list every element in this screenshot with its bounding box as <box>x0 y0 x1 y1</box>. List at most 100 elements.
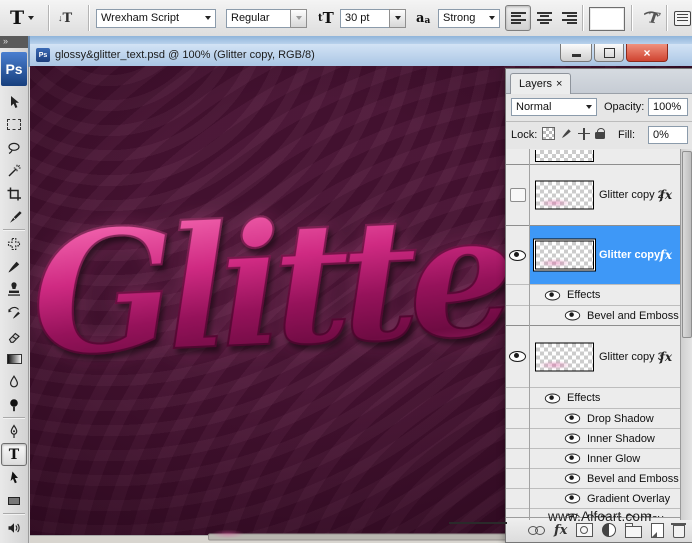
close-button[interactable]: × <box>626 44 668 62</box>
new-group-icon[interactable] <box>625 526 642 538</box>
path-selection-tool-button[interactable] <box>0 466 28 489</box>
eye-icon[interactable] <box>565 494 580 504</box>
lock-position-icon[interactable] <box>578 128 590 140</box>
align-center-button[interactable] <box>532 6 556 30</box>
scrollbar-thumb[interactable] <box>208 534 540 541</box>
blend-mode-select[interactable]: Normal <box>511 98 597 116</box>
layer-name[interactable]: Glitter copy 3 <box>599 351 664 363</box>
opacity-input[interactable]: 100% <box>648 98 688 116</box>
eye-icon[interactable] <box>565 454 580 464</box>
tab-close-icon[interactable]: × <box>556 78 562 90</box>
link-layers-icon[interactable] <box>528 526 545 535</box>
close-icon: × <box>643 46 650 60</box>
visibility-toggle[interactable] <box>506 165 529 225</box>
minimize-button[interactable] <box>560 44 592 62</box>
effect-row-drop-shadow[interactable]: Drop Shadow <box>506 408 692 428</box>
layer-row-glitter-copy-2[interactable]: Glitter copy 2 fx ▼ <box>506 165 692 225</box>
effect-row-gradient-overlay[interactable]: Gradient Overlay <box>506 488 692 508</box>
font-size-input[interactable]: 30 pt <box>340 9 389 28</box>
slice-tool-button[interactable] <box>0 205 28 228</box>
font-style-dropdown-button[interactable] <box>290 9 307 28</box>
layers-scrollbar[interactable] <box>680 149 692 520</box>
warp-text-button[interactable]: ⌒T <box>641 0 659 36</box>
toolbox-separator <box>3 417 25 419</box>
layer-row-glitter-copy[interactable]: Glitter copy fx ▲ <box>506 225 692 284</box>
history-brush-tool-button[interactable] <box>0 301 28 324</box>
eyedropper-tool-button[interactable] <box>0 539 28 543</box>
visibility-toggle[interactable] <box>506 226 529 284</box>
visibility-toggle[interactable] <box>506 326 529 387</box>
eye-icon[interactable] <box>565 311 580 321</box>
align-right-button[interactable] <box>557 6 581 30</box>
crop-tool-button[interactable] <box>0 182 28 205</box>
font-family-select[interactable]: Wrexham Script <box>96 9 216 28</box>
font-size-dropdown-button[interactable] <box>389 9 406 28</box>
layer-name[interactable]: Glitter copy <box>599 249 660 261</box>
layer-thumbnail[interactable] <box>535 241 594 270</box>
magic-wand-tool-button[interactable] <box>0 159 28 182</box>
delete-layer-icon[interactable] <box>673 525 685 538</box>
align-left-button[interactable] <box>505 5 531 31</box>
lock-transparency-icon[interactable] <box>542 127 555 140</box>
add-layer-mask-icon[interactable] <box>576 523 593 537</box>
fx-badge-icon[interactable]: fx <box>660 248 672 262</box>
effect-row-inner-shadow[interactable]: Inner Shadow <box>506 428 692 448</box>
effect-row-bevel-emboss-2[interactable]: Bevel and Emboss <box>506 468 692 488</box>
effects-label: Effects <box>567 392 600 404</box>
fx-badge-icon[interactable]: fx <box>660 350 672 364</box>
lock-paint-icon[interactable] <box>560 127 573 140</box>
spot-healing-brush-tool-button[interactable] <box>0 232 28 255</box>
toolbox-collapse-button[interactable]: » <box>0 36 28 48</box>
anti-alias-select[interactable]: Strong <box>438 9 500 28</box>
document-title-bar[interactable]: Ps glossy&glitter_text.psd @ 100% (Glitt… <box>28 44 692 67</box>
scrollbar-thumb[interactable] <box>682 151 692 338</box>
text-orientation-button[interactable]: ↓ T <box>58 0 72 36</box>
audio-annotation-tool-button[interactable] <box>0 516 28 539</box>
eye-icon[interactable] <box>545 290 560 300</box>
tool-preset-picker[interactable]: T <box>10 0 34 36</box>
partial-layer-row[interactable] <box>506 149 692 165</box>
fx-badge-icon[interactable]: fx <box>660 188 672 202</box>
add-layer-style-icon[interactable]: fx <box>554 523 567 538</box>
move-tool-button[interactable] <box>0 90 28 113</box>
layers-tab[interactable]: Layers × <box>510 73 571 94</box>
chevron-down-icon[interactable] <box>205 16 211 20</box>
eye-icon[interactable] <box>545 393 560 403</box>
text-color-swatch[interactable] <box>589 7 625 31</box>
lasso-tool-button[interactable] <box>0 136 28 159</box>
chevron-down-icon[interactable] <box>489 16 495 20</box>
effect-row-bevel-emboss[interactable]: Bevel and Emboss <box>506 305 692 325</box>
eye-icon[interactable] <box>565 474 580 484</box>
clone-stamp-tool-button[interactable] <box>0 278 28 301</box>
effects-header-row[interactable]: Effects <box>506 284 692 305</box>
layer-thumbnail[interactable] <box>535 181 594 210</box>
eraser-tool-button[interactable] <box>0 324 28 347</box>
effect-label: Drop Shadow <box>587 413 654 425</box>
fill-value: 0% <box>653 129 669 141</box>
anti-alias-icon: aa <box>416 0 430 36</box>
adjustment-layer-icon[interactable] <box>602 523 616 537</box>
chevron-down-icon[interactable] <box>586 105 592 109</box>
brush-tool-button[interactable] <box>0 255 28 278</box>
pen-tool-button[interactable] <box>0 420 28 443</box>
layer-row-glitter-copy-3[interactable]: Glitter copy 3 fx ▲ <box>506 325 692 387</box>
eye-icon[interactable] <box>565 414 580 424</box>
layer-thumbnail[interactable] <box>535 342 594 371</box>
effect-row-inner-glow[interactable]: Inner Glow <box>506 448 692 468</box>
new-layer-icon[interactable] <box>651 523 664 538</box>
rectangular-marquee-tool-button[interactable] <box>0 113 28 136</box>
effects-header-row[interactable]: Effects <box>506 387 692 408</box>
type-tool-button[interactable]: T <box>1 443 27 466</box>
font-style-select[interactable]: Regular <box>226 9 290 28</box>
blur-tool-button[interactable] <box>0 370 28 393</box>
rectangle-shape-tool-button[interactable] <box>0 489 28 512</box>
dodge-tool-button[interactable] <box>0 393 28 416</box>
lock-all-icon[interactable] <box>595 128 606 140</box>
effect-label: Bevel and Emboss <box>587 310 679 322</box>
fill-input[interactable]: 0% <box>648 126 688 144</box>
eye-icon[interactable] <box>565 434 580 444</box>
layer-name[interactable]: Glitter copy 2 <box>599 189 664 201</box>
gradient-tool-button[interactable] <box>0 347 28 370</box>
maximize-button[interactable] <box>594 44 624 62</box>
toggle-palettes-button[interactable] <box>674 0 691 36</box>
